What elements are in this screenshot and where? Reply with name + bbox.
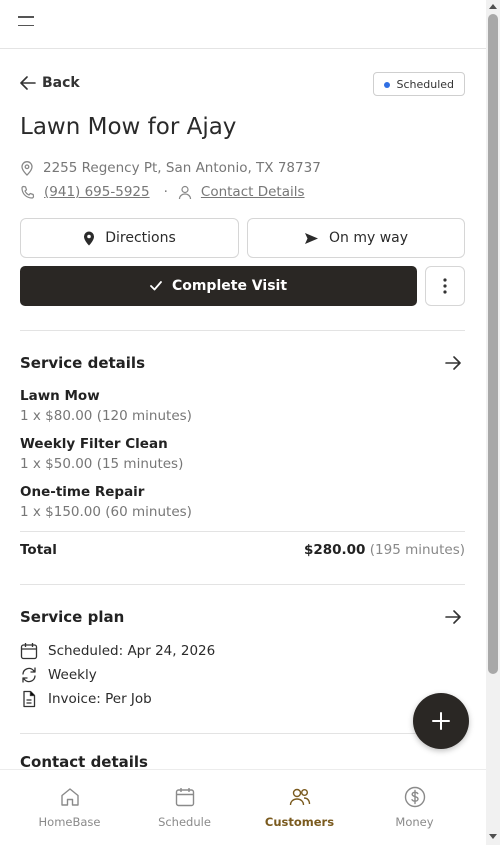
back-button[interactable]: Back [20,75,80,91]
nav-label: Customers [264,815,335,829]
contact-details-link[interactable]: Contact Details [201,184,305,200]
nav-item-schedule[interactable]: Schedule [124,770,245,846]
service-item-detail: 1 x $50.00 (15 minutes) [20,456,184,472]
send-arrow-icon [304,232,318,244]
divider [20,733,465,734]
total-value: $280.00 (195 minutes) [304,542,465,558]
location-pin-icon [21,160,33,176]
home-icon [60,788,79,806]
person-icon [178,185,191,199]
directions-label: Directions [105,230,176,246]
nav-label: Schedule [158,815,211,829]
scheduled-row: Scheduled: Apr 24, 2026 [20,642,215,660]
nav-item-money[interactable]: Money [354,770,475,846]
bottom-navigation: HomeBase Schedule Customers Money [0,769,486,846]
status-badge-label: Scheduled [396,78,454,91]
hamburger-menu-icon[interactable] [18,16,34,30]
calendar-icon [20,643,38,660]
nav-label: Money [395,815,434,829]
service-item-name: Lawn Mow [20,388,100,404]
dollar-icon [404,786,425,808]
nav-item-homebase[interactable]: HomeBase [9,770,130,846]
on-my-way-button[interactable]: On my way [247,218,465,258]
back-row: Back Scheduled [20,72,465,98]
back-label: Back [42,75,80,91]
nav-label: HomeBase [38,815,101,829]
address-text: 2255 Regency Pt, San Antonio, TX 78737 [43,160,321,176]
directions-button[interactable]: Directions [20,218,239,258]
on-my-way-label: On my way [328,230,409,246]
separator-dot: · [163,184,168,200]
scrollbar[interactable] [486,0,500,845]
service-details-title: Service details [20,354,145,372]
service-plan-title: Service plan [20,608,125,626]
divider [20,330,465,331]
page-title: Lawn Mow for Ajay [20,114,237,140]
scheduled-text: Scheduled: Apr 24, 2026 [48,643,216,659]
plus-icon [432,712,450,730]
calendar-icon [175,788,194,807]
repeat-icon [22,667,36,683]
arrow-left-icon [20,76,36,90]
scroll-down-arrow-icon[interactable] [489,834,497,839]
phone-icon [21,185,35,199]
divider [20,584,465,585]
nav-item-customers[interactable]: Customers [239,770,360,846]
service-item-detail: 1 x $80.00 (120 minutes) [20,408,192,424]
arrow-right-icon[interactable] [445,356,461,370]
invoice-text: Invoice: Per Job [48,691,152,707]
top-bar [0,0,486,49]
address-row: 2255 Regency Pt, San Antonio, TX 78737 [20,160,321,176]
arrow-right-icon[interactable] [445,610,461,624]
invoice-row: Invoice: Per Job [20,690,152,708]
add-fab-button[interactable] [413,693,469,749]
scroll-up-arrow-icon[interactable] [489,4,497,9]
total-minutes: (195 minutes) [369,542,465,558]
service-item-detail: 1 x $150.00 (60 minutes) [20,504,192,520]
total-amount: $280.00 [303,542,366,558]
phone-link[interactable]: (941) 695-5925 [44,184,150,200]
checkmark-icon [150,281,162,291]
complete-visit-button[interactable]: Complete Visit [20,266,417,306]
status-dot-icon [384,82,391,88]
service-item-name: Weekly Filter Clean [20,436,168,452]
divider [20,531,465,532]
complete-visit-label: Complete Visit [171,278,288,294]
vertical-dots-icon [443,278,447,294]
scrollbar-thumb[interactable] [488,14,498,674]
more-options-button[interactable] [425,266,465,306]
frequency-row: Weekly [20,666,97,684]
location-pin-filled-icon [84,231,95,245]
status-badge: Scheduled [373,72,465,96]
service-item-name: One-time Repair [20,484,145,500]
phone-row: (941) 695-5925 · Contact Details [20,184,305,200]
frequency-text: Weekly [48,667,97,683]
total-label: Total [20,542,57,558]
document-icon [23,690,36,708]
customers-icon [289,788,310,806]
